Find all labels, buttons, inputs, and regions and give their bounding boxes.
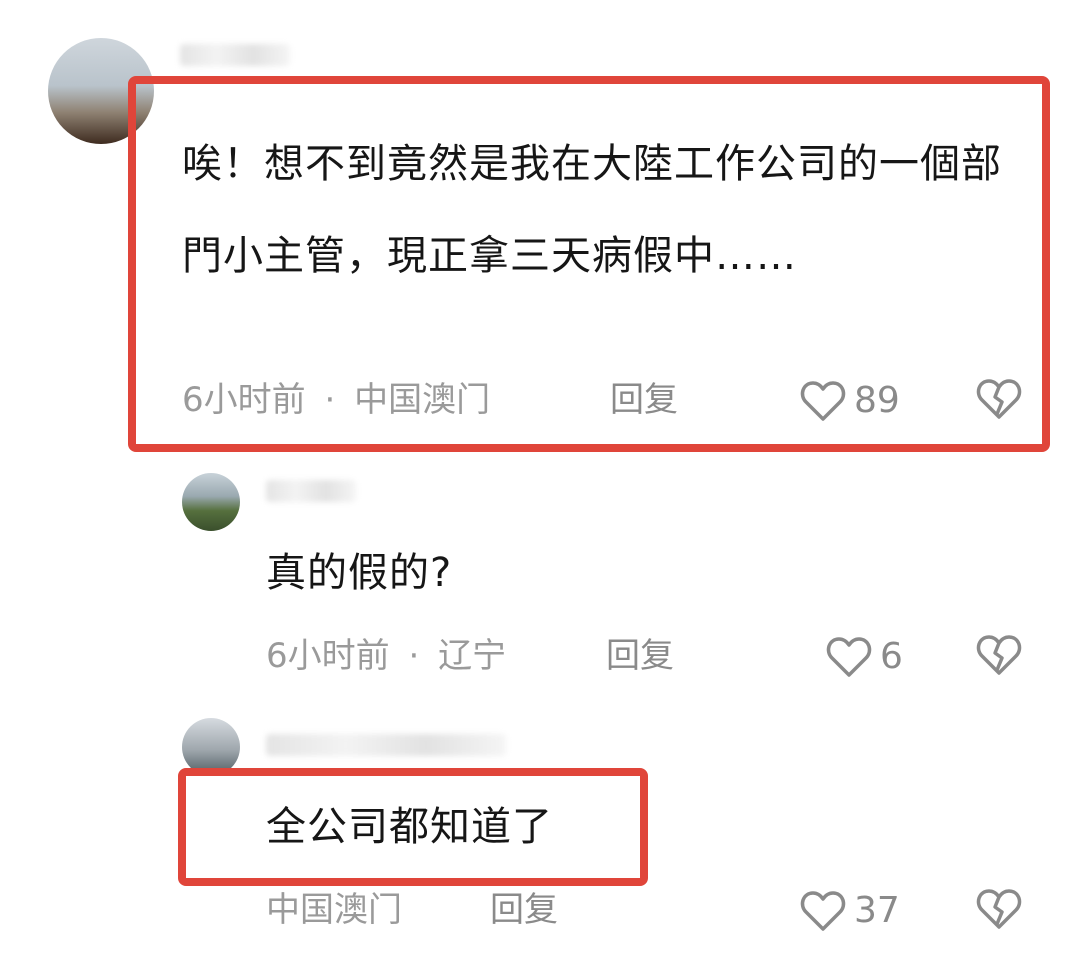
- reply-name-blurred[interactable]: [266, 480, 356, 502]
- reply-location: 辽宁: [438, 636, 507, 676]
- reply-text: 全公司都知道了: [266, 804, 553, 850]
- meta-separator: ·: [324, 380, 336, 420]
- reply-button[interactable]: 回复: [606, 636, 674, 676]
- like-button[interactable]: 37: [800, 890, 900, 932]
- broken-heart-icon[interactable]: [976, 378, 1022, 420]
- reply-button[interactable]: 回复: [490, 890, 558, 930]
- comment-text: 唉！想不到竟然是我在大陸工作公司的一個部門小主管，現正拿三天病假中……: [182, 141, 1002, 279]
- heart-outline-icon: [826, 636, 872, 678]
- reply-text: 真的假的?: [266, 550, 453, 596]
- commenter-name-blurred[interactable]: [180, 44, 290, 66]
- broken-heart-icon[interactable]: [976, 634, 1022, 676]
- reply-button[interactable]: 回复: [610, 380, 678, 420]
- meta-separator: ·: [408, 636, 420, 676]
- reply-avatar[interactable]: [182, 473, 240, 531]
- reply-location: 中国澳门: [266, 890, 402, 930]
- reply-time: 6小时前: [266, 636, 390, 676]
- like-count: 37: [854, 890, 900, 931]
- comment-location: 中国澳门: [354, 380, 491, 420]
- heart-outline-icon: [800, 380, 846, 422]
- heart-outline-icon: [800, 890, 846, 932]
- like-button[interactable]: 89: [800, 380, 900, 422]
- reply-meta: 中国澳门: [266, 890, 402, 930]
- comment-time: 6小时前: [182, 380, 306, 420]
- reply-name-blurred[interactable]: [266, 734, 506, 756]
- like-button[interactable]: 6: [826, 636, 903, 678]
- broken-heart-icon[interactable]: [976, 888, 1022, 930]
- like-count: 89: [854, 380, 900, 421]
- like-count: 6: [880, 636, 903, 677]
- comment-meta: 6小时前 · 中国澳门: [182, 380, 490, 420]
- reply-meta: 6小时前 · 辽宁: [266, 636, 506, 676]
